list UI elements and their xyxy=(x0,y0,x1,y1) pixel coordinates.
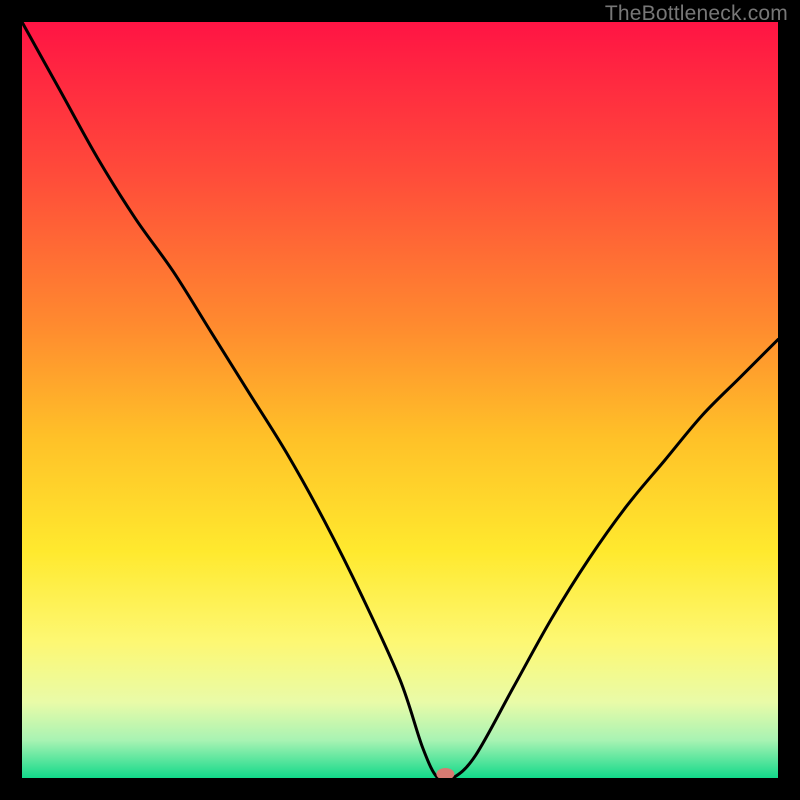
plot-area xyxy=(22,22,778,778)
chart-frame: TheBottleneck.com xyxy=(0,0,800,800)
gradient-background xyxy=(22,22,778,778)
watermark-text: TheBottleneck.com xyxy=(605,2,788,26)
bottleneck-chart xyxy=(22,22,778,778)
